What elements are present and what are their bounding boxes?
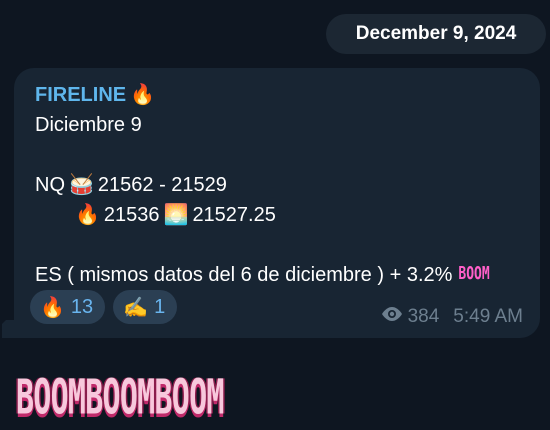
nq-range: 21562 - 21529 bbox=[97, 174, 227, 196]
boom-emoji-icon: BOOM bbox=[458, 264, 490, 285]
boom-sticker[interactable]: BOOMBOOMBOOM bbox=[16, 370, 293, 426]
sticker-text: BOOMBOOMBOOM bbox=[16, 370, 224, 426]
reaction-count: 13 bbox=[70, 295, 94, 318]
message-body: FIRELINE 🔥 Diciembre 9 NQ 🥁 21562 - 2152… bbox=[35, 80, 490, 290]
reaction-count: 1 bbox=[154, 295, 166, 318]
message-line-nq: NQ 🥁 21562 - 21529 bbox=[35, 170, 490, 200]
sunrise-icon: 🌅 bbox=[163, 204, 189, 226]
sender-name[interactable]: FIRELINE bbox=[35, 80, 126, 110]
fire-icon: 🔥 bbox=[40, 296, 65, 319]
reactions-bar: 🔥 13 ✍️ 1 bbox=[30, 290, 178, 324]
date-separator: December 9, 2024 bbox=[326, 14, 546, 54]
date-text: December 9, 2024 bbox=[355, 23, 517, 44]
writing-hand-icon: ✍️ bbox=[123, 296, 149, 319]
fire-icon: 🔥 bbox=[130, 84, 156, 106]
message-time: 5:49 AM bbox=[453, 306, 523, 327]
value-a: 21536 bbox=[103, 204, 160, 226]
message-line-date: Diciembre 9 bbox=[35, 114, 142, 136]
message-line-es: ES ( mismos datos del 6 de diciembre ) +… bbox=[35, 260, 490, 290]
reaction-fire[interactable]: 🔥 13 bbox=[30, 290, 106, 324]
view-count: 384 bbox=[407, 306, 440, 327]
drum-icon: 🥁 bbox=[69, 174, 94, 196]
message-meta: 384 5:49 AM bbox=[380, 306, 523, 328]
message-line-values: 🔥 21536 🌅 21527.25 bbox=[35, 200, 490, 230]
fire-icon: 🔥 bbox=[75, 204, 100, 226]
reaction-writing-hand[interactable]: ✍️ 1 bbox=[113, 290, 178, 324]
sender-line: FIRELINE 🔥 bbox=[35, 80, 490, 110]
es-text: ES ( mismos datos del 6 de diciembre ) +… bbox=[35, 264, 453, 286]
value-b: 21527.25 bbox=[192, 204, 276, 226]
eye-icon bbox=[380, 306, 404, 328]
